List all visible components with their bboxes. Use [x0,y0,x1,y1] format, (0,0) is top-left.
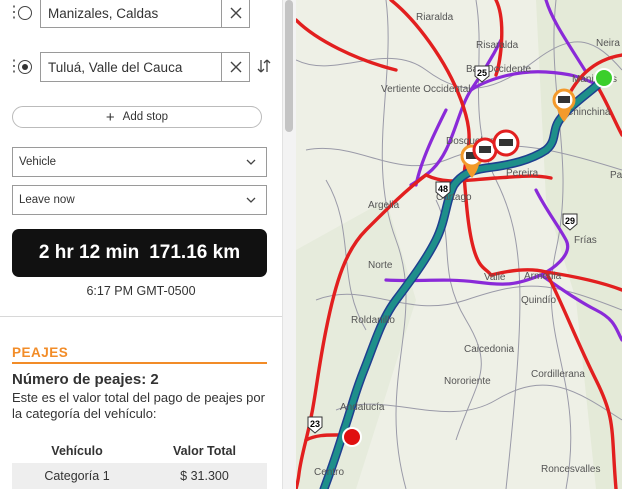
route-duration: 2 hr 12 min [38,242,140,263]
toll-marker-red[interactable] [492,129,520,157]
tolls-table: Vehículo Valor Total Categoría 1 $ 31.30… [12,440,267,489]
close-icon [230,7,241,19]
map-label: Valle [484,272,506,283]
map-canvas[interactable]: Riaralda Risaralda Bas Occidente Vertien… [296,0,622,489]
map-label: Roncesvalles [541,464,600,475]
destination-radio-icon [18,60,32,74]
clear-destination-button[interactable] [221,53,249,81]
chevron-down-icon [246,159,256,165]
map-label: Riaralda [416,12,454,23]
drag-handle-icon[interactable]: ⋮ [6,59,22,75]
map-label: Quindío [521,295,556,306]
svg-text:29: 29 [565,216,575,226]
table-row: Categoría 1 $ 31.300 [12,463,267,489]
map-label: Chinchiná [566,107,611,118]
tolls-heading: PEAJES [12,345,69,360]
map-label: Vertiente Occidental [381,84,471,95]
svg-text:48: 48 [438,184,448,194]
origin-field-value: Manizales, Caldas [48,6,159,21]
destination-marker[interactable] [342,427,362,447]
stop-row-origin: ⋮ [6,0,32,29]
map-view[interactable]: Riaralda Risaralda Bas Occidente Vertien… [296,0,622,489]
directions-panel: ⋮ Manizales, Caldas ⋮ Tuluá, Valle del C… [0,0,282,489]
map-label: Norte [368,260,393,271]
swap-stops-button[interactable] [256,58,272,78]
tolls-count: Número de peajes: 2 [12,371,159,388]
map-label: Frías [574,235,597,246]
arrival-time: 6:17 PM GMT-0500 [86,284,196,298]
svg-text:25: 25 [477,68,487,78]
map-label: Pereira [506,168,539,179]
map-label: Neira [596,38,620,49]
destination-field[interactable]: Tuluá, Valle del Cauca [40,52,250,82]
origin-marker[interactable] [594,68,614,88]
drag-handle-icon[interactable]: ⋮ [6,5,22,21]
toll-icon [479,146,491,153]
origin-field[interactable]: Manizales, Caldas [40,0,250,28]
vehicle-select-value: Vehicle [19,156,57,168]
plus-icon: + [105,108,115,126]
cell-total: $ 31.300 [180,469,229,483]
route-distance: 171.16 km [149,242,241,263]
add-stop-label: Add stop [122,111,169,123]
stop-row-destination: ⋮ [6,51,32,83]
vehicle-select[interactable]: Vehicle [12,147,267,177]
origin-radio-icon [18,6,32,20]
tolls-heading-underline [12,362,267,364]
close-icon [230,61,241,73]
tolls-description: Este es el valor total del pago de peaje… [12,390,265,421]
add-stop-button[interactable]: + Add stop [12,106,262,128]
depart-time-select[interactable]: Leave now [12,185,267,215]
column-header-total: Valor Total [173,444,236,458]
chevron-down-icon [246,197,256,203]
map-label: Roldanillo [351,315,395,326]
destination-field-value: Tuluá, Valle del Cauca [48,60,183,75]
divider [0,316,282,317]
table-header: Vehículo Valor Total [12,440,267,462]
clear-origin-button[interactable] [221,0,249,27]
map-label: Argelia [368,200,400,211]
depart-time-value: Leave now [19,194,75,206]
map-label: Centro [314,467,344,478]
map-label: Cordillerana [531,369,585,380]
scrollbar-thumb[interactable] [285,0,293,132]
map-label: Caicedonia [464,344,514,355]
swap-icon [257,59,271,73]
svg-text:23: 23 [310,419,320,429]
toll-icon [499,139,513,146]
cell-vehicle: Categoría 1 [44,469,110,483]
map-label: Armenia [524,271,562,282]
toll-icon [558,96,570,103]
map-label: Andalucía [340,402,385,413]
map-label: Nororiente [444,376,491,387]
column-header-vehicle: Vehículo [51,444,103,458]
route-summary: 2 hr 12 min 171.16 km [12,229,267,277]
map-label: Pa [610,170,622,181]
map-label: Risaralda [476,40,519,51]
